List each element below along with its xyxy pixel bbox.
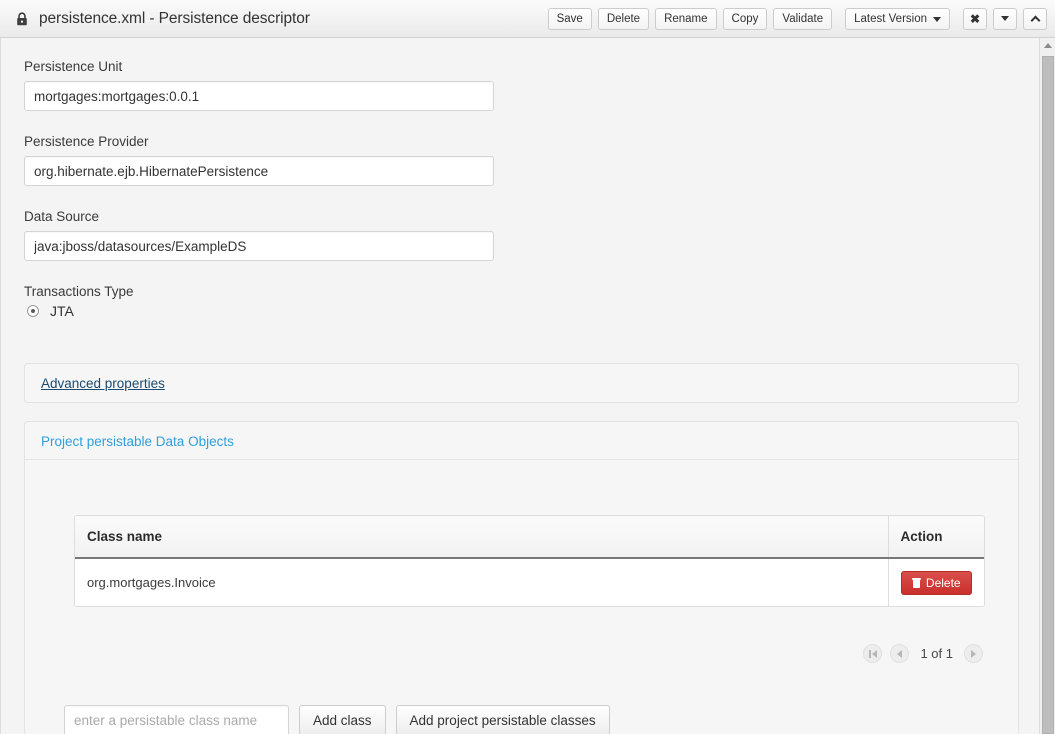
chevron-up-icon — [1030, 16, 1040, 26]
table-header-row: Class name Action — [75, 516, 984, 558]
objects-panel-header: Project persistable Data Objects — [25, 422, 1018, 460]
more-options-button[interactable] — [993, 8, 1017, 30]
next-page-triangle — [971, 650, 976, 658]
trash-icon — [912, 578, 921, 588]
chevron-down-icon — [1001, 16, 1009, 21]
first-page-icon[interactable] — [863, 644, 882, 663]
first-page-triangle — [872, 650, 877, 658]
version-dropdown-button[interactable]: Latest Version — [845, 8, 950, 30]
persistence-provider-input[interactable] — [24, 156, 494, 186]
window-toolbar: Save Delete Rename Copy Validate Latest … — [548, 8, 1047, 30]
cell-class-name: org.mortgages.Invoice — [75, 558, 888, 606]
delete-button[interactable]: Delete — [598, 8, 649, 30]
objects-panel-heading: Project persistable Data Objects — [41, 434, 234, 449]
copy-button[interactable]: Copy — [723, 8, 768, 30]
advanced-properties-link[interactable]: Advanced properties — [41, 376, 165, 391]
pagination-label: 1 of 1 — [917, 646, 956, 661]
table-row: org.mortgages.Invoice Delete — [75, 558, 984, 606]
project-persistable-data-objects-panel: Project persistable Data Objects Class n… — [24, 421, 1019, 734]
next-page-icon[interactable] — [964, 644, 983, 663]
vertical-scrollbar[interactable] — [1039, 38, 1055, 734]
persistable-classes-table: Class name Action org.mortgages.Invoice … — [75, 516, 984, 606]
transactions-type-radio-jta[interactable]: JTA — [24, 303, 134, 319]
field-persistence-provider: Persistence Provider — [24, 134, 494, 186]
field-persistence-unit: Persistence Unit — [24, 59, 494, 111]
close-button[interactable]: ✖ — [963, 8, 987, 30]
editor-content: Persistence Unit Persistence Provider Da… — [0, 38, 1039, 734]
persistence-unit-label: Persistence Unit — [24, 59, 494, 74]
radio-icon — [27, 305, 39, 317]
transactions-type-label: Transactions Type — [24, 284, 134, 299]
add-class-button[interactable]: Add class — [299, 705, 386, 734]
table-pagination: 1 of 1 — [863, 644, 983, 663]
persistable-classes-table-wrap: Class name Action org.mortgages.Invoice … — [74, 515, 985, 607]
lock-icon — [14, 11, 30, 27]
save-button[interactable]: Save — [548, 8, 592, 30]
rename-button[interactable]: Rename — [655, 8, 716, 30]
first-page-bar — [869, 650, 871, 658]
previous-page-triangle — [897, 650, 902, 658]
previous-page-icon[interactable] — [890, 644, 909, 663]
chevron-down-icon — [933, 17, 941, 22]
add-project-persistable-classes-button[interactable]: Add project persistable classes — [396, 705, 610, 734]
data-source-input[interactable] — [24, 231, 494, 261]
close-icon: ✖ — [970, 13, 980, 25]
delete-class-button[interactable]: Delete — [901, 571, 972, 595]
add-class-form: Add class Add project persistable classe… — [64, 705, 610, 734]
window-titlebar: persistence.xml - Persistence descriptor… — [0, 0, 1055, 38]
persistence-unit-input[interactable] — [24, 81, 494, 111]
persistence-descriptor-window: persistence.xml - Persistence descriptor… — [0, 0, 1055, 734]
field-data-source: Data Source — [24, 209, 494, 261]
persistence-provider-label: Persistence Provider — [24, 134, 494, 149]
validate-button[interactable]: Validate — [773, 8, 832, 30]
window-title: persistence.xml - Persistence descriptor — [39, 10, 310, 28]
column-header-class-name: Class name — [75, 516, 888, 558]
advanced-properties-panel: Advanced properties — [24, 363, 1019, 403]
delete-class-label: Delete — [926, 577, 961, 589]
version-dropdown-label: Latest Version — [854, 9, 927, 29]
scroll-up-triangle — [1044, 43, 1052, 48]
radio-label-jta: JTA — [50, 303, 74, 319]
column-header-action: Action — [888, 516, 984, 558]
scroll-up-icon[interactable] — [1040, 38, 1055, 53]
class-name-input[interactable] — [64, 705, 289, 734]
cell-action: Delete — [888, 558, 984, 606]
collapse-button[interactable] — [1023, 8, 1047, 30]
field-transactions-type: Transactions Type JTA — [24, 284, 134, 319]
data-source-label: Data Source — [24, 209, 494, 224]
scrollbar-thumb[interactable] — [1042, 56, 1054, 734]
